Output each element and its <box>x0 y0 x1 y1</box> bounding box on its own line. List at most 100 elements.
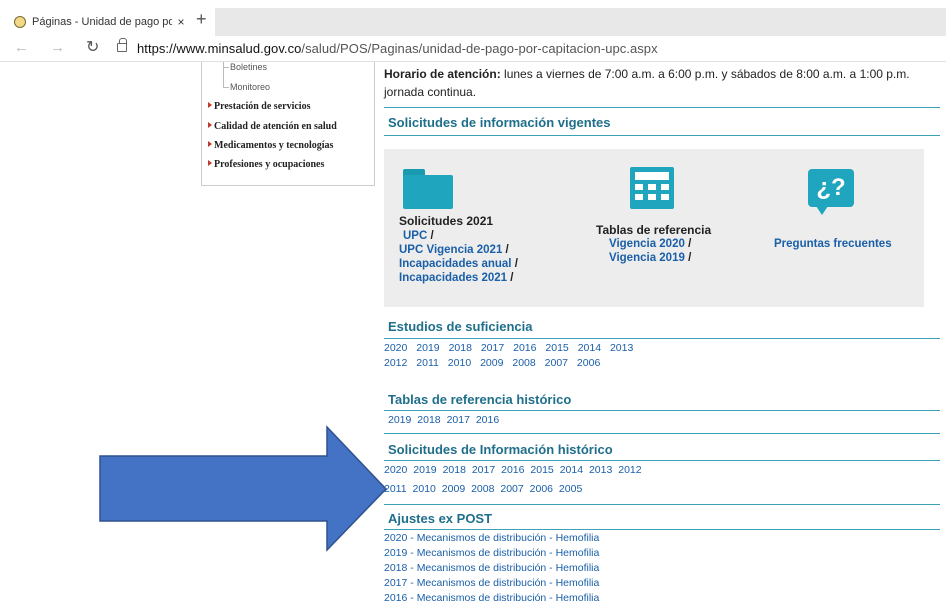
year-link[interactable]: 2010 <box>413 483 436 495</box>
sidebar-item-profesiones[interactable]: Profesiones y ocupaciones <box>208 159 324 170</box>
hemofilia-link[interactable]: 2020 - Mecanismos de distribución - Hemo… <box>384 532 599 545</box>
forward-arrow-icon[interactable]: → <box>50 40 65 56</box>
folder-icon <box>403 169 453 209</box>
year-link[interactable]: 2014 <box>560 464 583 476</box>
year-link[interactable]: 2015 <box>545 342 568 354</box>
link-label: UPC Vigencia 2021 <box>399 244 503 256</box>
year-link[interactable]: 2017 <box>481 342 504 354</box>
year-link[interactable]: 2013 <box>610 342 633 354</box>
slash: / <box>510 272 514 284</box>
year-link[interactable]: 2019 <box>413 464 436 476</box>
sidebar-item-calidad[interactable]: Calidad de atención en salud <box>208 121 337 132</box>
hemofilia-link[interactable]: 2019 - Mecanismos de distribución - Hemo… <box>384 547 599 560</box>
tree-line <box>223 62 229 88</box>
slash: / <box>514 258 518 270</box>
sidebar-item-label: Prestación de servicios <box>214 101 311 112</box>
link-incapacidades-2021[interactable]: Incapacidades 2021 / <box>399 271 513 285</box>
section-title-ajustes: Ajustes ex POST <box>388 511 493 526</box>
sidebar-item-label: Profesiones y ocupaciones <box>214 159 325 170</box>
red-arrow-icon <box>208 160 212 166</box>
url-field[interactable]: https://www.minsalud.gov.co/salud/POS/Pa… <box>137 41 658 56</box>
site-favicon-icon <box>14 16 26 28</box>
sidebar-item-label: Calidad de atención en salud <box>214 121 337 132</box>
back-arrow-icon[interactable]: ← <box>14 40 29 56</box>
year-link[interactable]: 2006 <box>530 483 553 495</box>
year-link[interactable]: 2013 <box>589 464 612 476</box>
year-link[interactable]: 2016 <box>501 464 524 476</box>
divider <box>384 338 940 339</box>
year-link[interactable]: 2017 <box>447 414 470 426</box>
tab-strip-background <box>215 8 946 36</box>
year-link[interactable]: 2009 <box>442 483 465 495</box>
url-host: https://www.minsalud.gov.co <box>137 41 302 56</box>
year-link[interactable]: 2019 <box>388 414 411 426</box>
sidebar-item-prestacion[interactable]: Prestación de servicios <box>208 101 310 112</box>
section-title-suficiencia: Estudios de suficiencia <box>388 319 533 334</box>
hemofilia-link[interactable]: 2017 - Mecanismos de distribución - Hemo… <box>384 577 599 590</box>
solicitudes-2021-title: Solicitudes 2021 <box>399 214 494 228</box>
tab-close-icon[interactable]: × <box>172 15 190 29</box>
red-arrow-icon <box>208 141 212 147</box>
sidebar-item-medicamentos[interactable]: Medicamentos y tecnologías <box>208 140 333 151</box>
year-link[interactable]: 2017 <box>472 464 495 476</box>
tree-branch <box>223 67 229 68</box>
slash: / <box>430 230 434 242</box>
office-hours-label: Horario de atención: <box>384 67 501 81</box>
divider <box>384 529 940 530</box>
year-link[interactable]: 2008 <box>512 357 535 369</box>
link-label: Vigencia 2020 <box>609 238 685 250</box>
sidebar-subitem-boletines[interactable]: Boletines <box>230 62 267 72</box>
link-upc[interactable]: UPC / <box>403 229 434 243</box>
year-link[interactable]: 2016 <box>476 414 499 426</box>
year-link[interactable]: 2007 <box>545 357 568 369</box>
year-link[interactable]: 2020 <box>384 342 407 354</box>
divider <box>384 410 940 411</box>
year-link[interactable]: 2015 <box>530 464 553 476</box>
link-vigencia-2020[interactable]: Vigencia 2020 / <box>609 237 691 251</box>
year-link[interactable]: 2012 <box>384 357 407 369</box>
solicitudes-historico-row-2: 2011 2010 2009 2008 2007 2006 2005 <box>384 483 585 495</box>
question-icon: ¿? <box>808 169 854 215</box>
office-hours: Horario de atención: lunes a viernes de … <box>384 65 940 101</box>
slash: / <box>688 238 692 250</box>
year-link[interactable]: 2018 <box>443 464 466 476</box>
sidebar-subitem-monitoreo[interactable]: Monitoreo <box>230 82 270 92</box>
year-link[interactable]: 2007 <box>500 483 523 495</box>
new-tab-button[interactable]: + <box>196 9 207 29</box>
link-vigencia-2019[interactable]: Vigencia 2019 / <box>609 251 691 265</box>
year-link[interactable]: 2011 <box>384 483 407 495</box>
hemofilia-link[interactable]: 2018 - Mecanismos de distribución - Hemo… <box>384 562 599 575</box>
year-link[interactable]: 2018 <box>449 342 472 354</box>
divider <box>384 107 940 108</box>
year-link[interactable]: 2016 <box>513 342 536 354</box>
year-link[interactable]: 2018 <box>417 414 440 426</box>
link-label: UPC <box>403 230 428 242</box>
hemofilia-link[interactable]: 2016 - Mecanismos de distribución - Hemo… <box>384 592 599 605</box>
link-preguntas-frecuentes[interactable]: Preguntas frecuentes <box>774 237 892 251</box>
year-link[interactable]: 2020 <box>384 464 407 476</box>
year-link[interactable]: 2008 <box>471 483 494 495</box>
link-upc-vigencia-2021[interactable]: UPC Vigencia 2021 / <box>399 243 509 257</box>
year-link[interactable]: 2014 <box>578 342 601 354</box>
year-link[interactable]: 2019 <box>416 342 439 354</box>
lock-icon[interactable] <box>117 38 127 52</box>
section-title-solicitudes-historico: Solicitudes de Información histórico <box>388 442 613 457</box>
tablas-historico-years: 2019 2018 2017 2016 <box>388 414 502 426</box>
year-link[interactable]: 2005 <box>559 483 582 495</box>
year-link[interactable]: 2011 <box>416 357 439 369</box>
divider <box>384 433 940 434</box>
info-box: Solicitudes 2021 UPC / UPC Vigencia 2021… <box>384 149 924 307</box>
table-icon <box>630 167 674 209</box>
suficiencia-row-1: 2020 2019 2018 2017 2016 2015 2014 2013 <box>384 342 639 354</box>
year-link[interactable]: 2006 <box>577 357 600 369</box>
year-link[interactable]: 2012 <box>618 464 641 476</box>
reload-icon[interactable]: ↻ <box>86 40 99 56</box>
url-path: /salud/POS/Paginas/unidad-de-pago-por-ca… <box>301 41 658 56</box>
slash: / <box>505 244 509 256</box>
year-link[interactable]: 2010 <box>448 357 471 369</box>
year-link[interactable]: 2009 <box>480 357 503 369</box>
red-arrow-icon <box>208 102 212 108</box>
tablas-referencia-title: Tablas de referencia <box>596 223 712 237</box>
link-incapacidades-anual[interactable]: Incapacidades anual / <box>399 257 518 271</box>
browser-tab[interactable]: Páginas - Unidad de pago por ca × <box>4 8 190 36</box>
